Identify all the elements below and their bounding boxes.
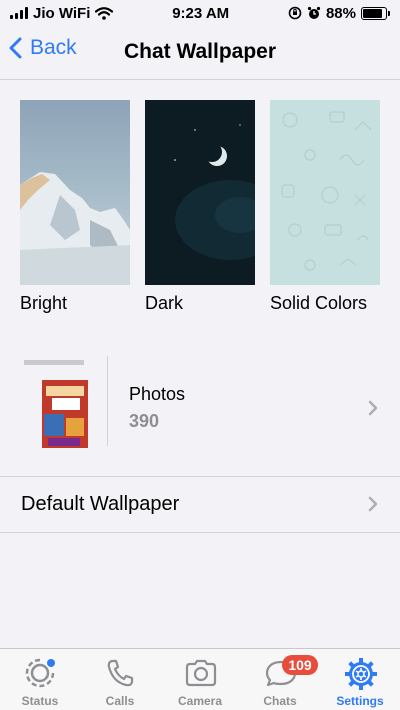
back-label: Back (30, 36, 77, 59)
doodle-pattern-image (270, 100, 380, 285)
phone-icon (107, 659, 134, 687)
camera-icon (185, 659, 217, 687)
tab-bar: Status Calls Camera 109 Chats Settings (0, 648, 400, 710)
chevron-right-icon (368, 400, 378, 416)
chevron-right-icon (368, 496, 378, 512)
photos-count: 390 (129, 411, 160, 431)
status-left: Jio WiFi (10, 4, 114, 22)
tab-settings-label: Settings (336, 694, 384, 708)
tab-chats[interactable]: 109 Chats (240, 649, 320, 710)
wifi-icon (95, 6, 114, 20)
status-right: 88% (288, 5, 390, 22)
wallpaper-dark-label[interactable]: Dark (145, 293, 183, 314)
status-bar: Jio WiFi 9:23 AM 88% (0, 0, 400, 26)
tab-calls[interactable]: Calls (80, 649, 160, 710)
wallpaper-bright-label[interactable]: Bright (20, 293, 67, 314)
battery-icon (361, 6, 390, 20)
navigation-bar: Back Chat Wallpaper (0, 26, 400, 80)
chats-unread-badge: 109 (282, 655, 318, 675)
carrier-label: Jio WiFi (33, 4, 91, 22)
chevron-left-icon (9, 37, 22, 59)
photos-row[interactable]: Photos 390 (0, 348, 400, 454)
tab-status[interactable]: Status (0, 649, 80, 710)
alarm-icon (307, 6, 321, 19)
tab-settings[interactable]: Settings (320, 649, 400, 710)
tab-camera[interactable]: Camera (160, 649, 240, 710)
wallpaper-solid-colors-thumbnail[interactable] (270, 100, 380, 285)
divider-line (0, 532, 400, 533)
clock: 9:23 AM (172, 4, 230, 22)
tab-chats-label: Chats (263, 694, 297, 708)
wallpaper-dark-thumbnail[interactable] (145, 100, 255, 285)
status-icon (25, 658, 55, 688)
default-wallpaper-row[interactable]: Default Wallpaper (0, 477, 400, 531)
gear-icon (345, 658, 377, 690)
battery-percent: 88% (325, 4, 356, 22)
tab-calls-label: Calls (105, 694, 135, 708)
wallpaper-solid-colors-label[interactable]: Solid Colors (270, 293, 367, 314)
signal-icon (10, 7, 28, 19)
wallpaper-bright-thumbnail[interactable] (20, 100, 130, 285)
mountain-image (20, 100, 130, 285)
orientation-lock-icon (288, 6, 302, 20)
default-wallpaper-label: Default Wallpaper (21, 493, 180, 515)
tab-camera-label: Camera (177, 694, 223, 708)
back-button[interactable]: Back (8, 36, 77, 60)
tab-status-label: Status (21, 694, 59, 708)
photos-title: Photos (129, 384, 186, 404)
wallpaper-categories: Bright Dark Solid Colors (20, 100, 380, 330)
photos-divider (107, 356, 108, 446)
night-sky-image (145, 100, 255, 285)
photos-album-thumbnail (22, 356, 90, 448)
